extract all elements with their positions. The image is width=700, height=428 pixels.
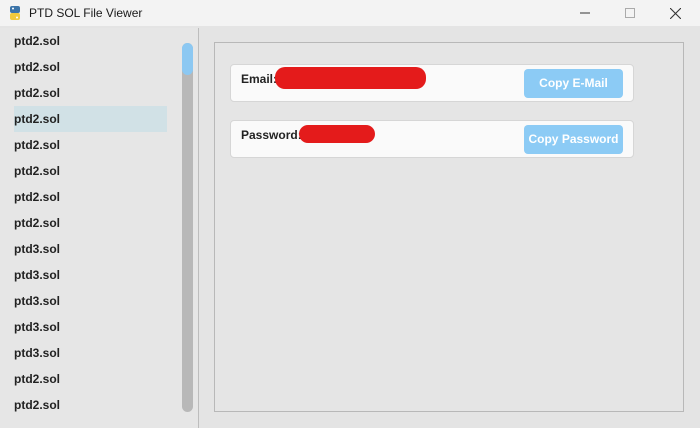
file-list-item[interactable]: ptd2.sol — [14, 392, 167, 418]
file-list-item[interactable]: ptd2.sol — [14, 210, 167, 236]
file-list-item[interactable]: ptd2.sol — [14, 158, 167, 184]
scrollbar-thumb[interactable] — [182, 43, 193, 75]
file-list-item[interactable]: ptd3.sol — [14, 288, 167, 314]
maximize-button[interactable] — [607, 0, 653, 26]
password-redaction — [299, 125, 375, 143]
file-list-item[interactable]: ptd2.sol — [14, 184, 167, 210]
copy-email-button[interactable]: Copy E-Mail — [524, 69, 623, 98]
file-list-panel: ptd2.sol ptd2.sol ptd2.sol ptd2.sol ptd2… — [0, 28, 199, 428]
file-list-item[interactable]: ptd3.sol — [14, 262, 167, 288]
email-redaction — [275, 67, 426, 89]
file-list: ptd2.sol ptd2.sol ptd2.sol ptd2.sol ptd2… — [14, 28, 167, 418]
minimize-button[interactable] — [562, 0, 608, 26]
file-list-item[interactable]: ptd2.sol — [14, 366, 167, 392]
email-label: Email: — [241, 72, 278, 86]
minimize-icon — [580, 12, 590, 14]
python-icon — [10, 6, 20, 20]
file-list-item[interactable]: ptd3.sol — [14, 340, 167, 366]
close-button[interactable] — [652, 0, 698, 26]
window-title: PTD SOL File Viewer — [29, 6, 143, 20]
password-label: Password: — [241, 128, 302, 142]
email-row: Email: Copy E-Mail — [230, 64, 634, 102]
file-list-item[interactable]: ptd2.sol — [14, 132, 167, 158]
file-list-scrollbar[interactable] — [182, 43, 193, 412]
password-row: Password: Copy Password — [230, 120, 634, 158]
copy-password-button[interactable]: Copy Password — [524, 125, 623, 154]
file-list-item[interactable]: ptd2.sol — [14, 54, 167, 80]
details-panel: Email: Copy E-Mail Password: Copy Passwo… — [214, 42, 684, 412]
file-list-item[interactable]: ptd2.sol — [14, 28, 167, 54]
file-list-item[interactable]: ptd2.sol — [14, 80, 167, 106]
file-list-item[interactable]: ptd3.sol — [14, 314, 167, 340]
maximize-icon — [625, 8, 635, 18]
file-list-item[interactable]: ptd3.sol — [14, 236, 167, 262]
close-icon — [669, 7, 681, 19]
file-list-item-selected[interactable]: ptd2.sol — [14, 106, 167, 132]
title-bar: PTD SOL File Viewer — [0, 0, 700, 26]
